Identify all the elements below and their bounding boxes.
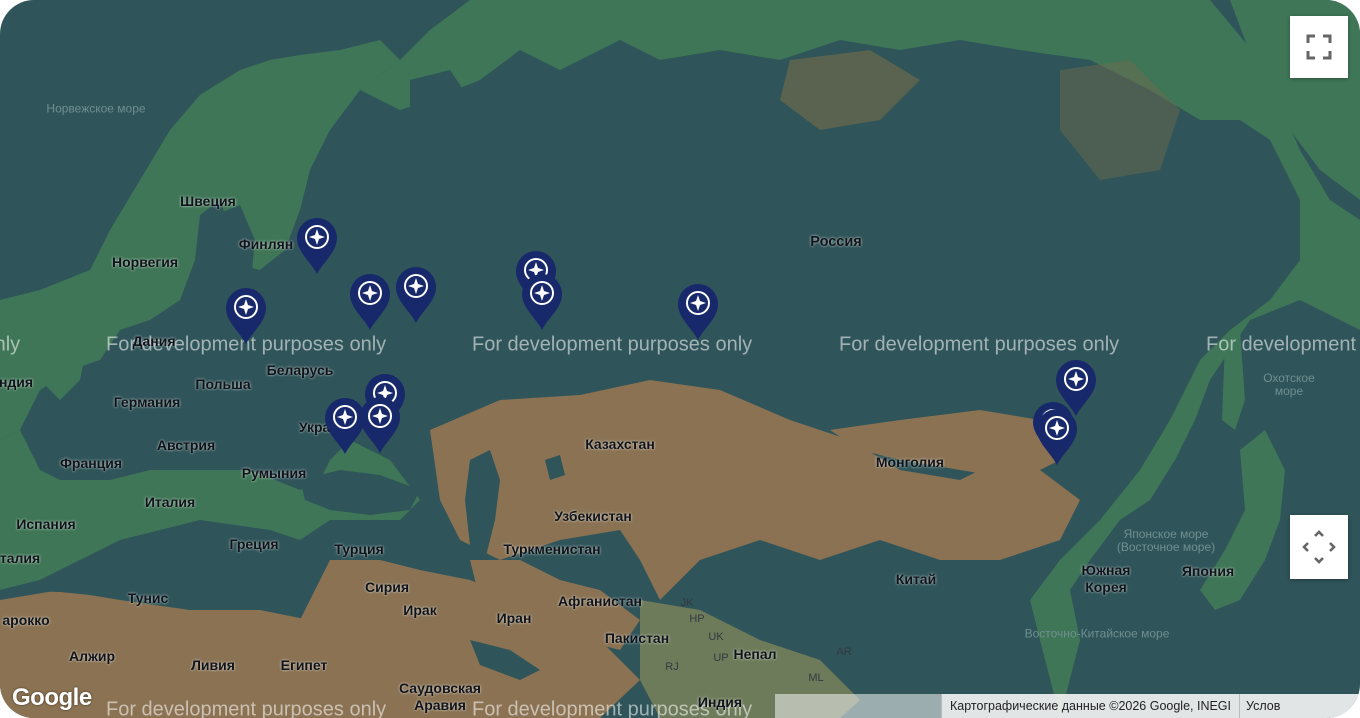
fullscreen-button[interactable] (1290, 16, 1348, 78)
label-turkey: Турция (334, 541, 384, 557)
terms-link[interactable]: Услов (1239, 694, 1360, 718)
scale-bar (775, 694, 941, 718)
map-pin-icon (359, 397, 400, 454)
label-ireland-edge: ндия (0, 374, 34, 390)
map-pin-icon (226, 287, 267, 344)
marker-kaliningrad[interactable] (224, 286, 268, 346)
japan-land (1200, 430, 1285, 610)
map-pin-icon (349, 273, 390, 330)
label-region-ar: AR (836, 646, 852, 658)
label-japan-sea: Японское море (Восточное море) (1116, 527, 1216, 554)
map-pin-icon (522, 273, 563, 330)
label-kazakhstan: Казахстан (585, 436, 655, 452)
move-arrows-icon (1302, 530, 1336, 564)
label-region-ml: ML (808, 672, 824, 684)
label-region-up: UP (713, 652, 729, 664)
label-japan: Япония (1181, 563, 1235, 579)
label-italy-edge: талия (0, 550, 41, 566)
marker-yekaterinburg[interactable] (520, 272, 564, 332)
label-egypt: Египет (280, 657, 328, 673)
marker-nizhny-novgorod[interactable] (394, 265, 438, 325)
label-afghanistan: Афганистан (558, 593, 642, 609)
map-footer: Картографические данные ©2026 Google, IN… (775, 694, 1360, 718)
label-libya: Ливия (191, 657, 235, 673)
label-morocco: арокко (2, 612, 50, 628)
label-saudi-arabia: Саудовская Аравия (399, 680, 481, 713)
siberia-highland (780, 50, 920, 130)
label-china: Китай (895, 571, 937, 587)
label-germany: Германия (113, 394, 181, 410)
label-denmark: Дания (132, 333, 176, 349)
map-pin-icon (396, 267, 437, 324)
label-belarus: Беларусь (266, 362, 334, 378)
marker-novosibirsk[interactable] (676, 282, 720, 342)
baikal-lake (930, 360, 970, 395)
label-okhotsk-sea: Охотское море (1263, 371, 1315, 398)
label-norwegian-sea: Норвежское море (46, 101, 146, 116)
camera-control-button[interactable] (1290, 515, 1348, 579)
label-france: Франция (59, 455, 123, 471)
label-iraq: Ирак (403, 602, 437, 618)
label-poland: Польша (195, 376, 251, 392)
label-region-uk: UK (708, 631, 724, 643)
marker-vladivostok[interactable] (1035, 407, 1079, 467)
terrain-layer (0, 0, 1360, 718)
map-pin-icon (297, 218, 337, 274)
label-iran: Иран (496, 610, 532, 626)
marker-moscow[interactable] (348, 272, 392, 332)
map-pin-icon (1036, 409, 1077, 466)
label-spain: Испания (16, 516, 76, 532)
label-pakistan: Пакистан (604, 630, 670, 646)
label-mongolia: Монголия (875, 454, 945, 470)
map-canvas[interactable]: For development purposes only For develo… (0, 0, 1360, 718)
marker-saint-petersburg[interactable] (295, 216, 339, 276)
label-austria: Австрия (156, 437, 216, 453)
label-sweden: Швеция (180, 193, 236, 209)
label-greece: Греция (229, 536, 279, 552)
map-pin-icon (677, 284, 718, 341)
label-tunisia: Тунис (127, 590, 169, 606)
label-east-china-sea: Восточно-Китайское море (1024, 626, 1170, 641)
label-india: Индия (697, 694, 743, 710)
label-region-rj: RJ (665, 661, 679, 673)
google-logo: Google (12, 684, 92, 711)
map-attribution: Картографические данные ©2026 Google, IN… (941, 694, 1240, 718)
label-romania: Румыния (241, 465, 307, 481)
label-nepal: Непал (733, 646, 777, 662)
label-syria: Сирия (364, 579, 410, 595)
label-region-hp: HP (689, 613, 705, 625)
label-turkmenistan: Туркменистан (503, 541, 601, 557)
label-region-jk: JK (680, 597, 694, 609)
label-uzbekistan: Узбекистан (554, 508, 632, 524)
label-south-korea: Южная Корея (1081, 562, 1131, 595)
label-russia: Россия (810, 234, 862, 250)
fullscreen-icon (1306, 34, 1332, 60)
sakhalin-land (1222, 330, 1245, 430)
label-italy: Италия (144, 494, 196, 510)
label-finland: Финлян (238, 236, 294, 252)
label-norway: Норвегия (111, 254, 179, 270)
marker-krasnodar[interactable] (358, 395, 402, 455)
label-algeria: Алжир (68, 648, 116, 664)
